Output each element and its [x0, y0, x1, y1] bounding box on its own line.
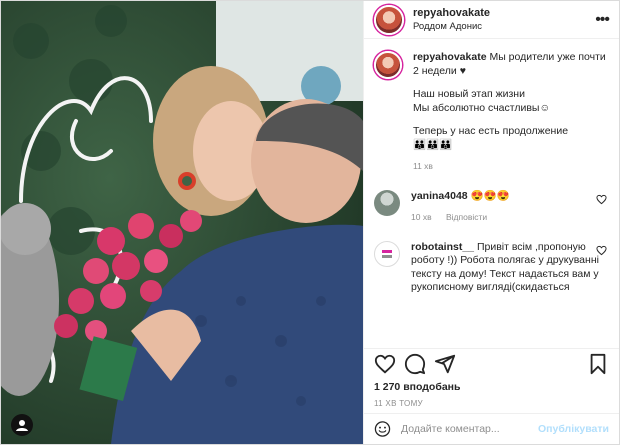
- caption-age[interactable]: 11 хв: [413, 161, 433, 171]
- caption-line-2: Наш новый этап жизни: [413, 88, 525, 100]
- caption-avatar[interactable]: [374, 51, 402, 79]
- author-info: repyahovakate Роддом Адонис: [413, 7, 595, 33]
- small-heart-icon[interactable]: [596, 194, 607, 208]
- comment-meta: 10 хв Відповісти: [411, 211, 609, 225]
- publish-comment-button[interactable]: Опублікувати: [538, 423, 609, 435]
- caption-line-4: Теперь у нас есть продолжение: [413, 125, 569, 137]
- comment-avatar[interactable]: [374, 189, 400, 216]
- more-options-icon[interactable]: •••: [595, 11, 610, 29]
- caption-username[interactable]: repyahovakate: [413, 51, 487, 63]
- likes-count[interactable]: 1 270 вподобань: [364, 379, 619, 395]
- post-photo[interactable]: [1, 1, 363, 444]
- comment-body: robotainst__ Привіт всім ,пропоную робот…: [411, 241, 609, 295]
- post-actions: [364, 348, 619, 379]
- add-comment-bar: Опублікувати: [364, 413, 619, 444]
- photo-illustration: [1, 1, 363, 444]
- comment-age[interactable]: 10 хв: [411, 212, 432, 222]
- paper-plane-icon[interactable]: [434, 353, 456, 375]
- instagram-post-modal: repyahovakate Роддом Адонис ••• repyahov…: [0, 0, 620, 445]
- comment-body: yanina4048 😍😍😍 10 хв Відповісти: [411, 190, 609, 225]
- post-location[interactable]: Роддом Адонис: [413, 20, 595, 33]
- comment-item: yanina4048 😍😍😍 10 хв Відповісти: [374, 189, 609, 225]
- caption: repyahovakate Мы родители уже почти 2 не…: [374, 51, 609, 174]
- post-timestamp[interactable]: 11 ХВ ТОМУ: [364, 395, 619, 413]
- caption-body: repyahovakate Мы родители уже почти 2 не…: [413, 51, 609, 174]
- post-side-panel: repyahovakate Роддом Адонис ••• repyahov…: [363, 1, 619, 444]
- comment-input[interactable]: [398, 422, 538, 436]
- caption-meta: 11 хв: [413, 160, 609, 174]
- heart-outline-icon[interactable]: [374, 353, 396, 375]
- smiley-icon[interactable]: [374, 420, 391, 438]
- author-avatar[interactable]: [374, 4, 404, 35]
- comment-item: robotainst__ Привіт всім ,пропоную робот…: [374, 240, 609, 295]
- bookmark-icon[interactable]: [587, 353, 609, 375]
- comment-text: 😍😍😍: [470, 189, 510, 202]
- comment-username[interactable]: robotainst__: [411, 241, 474, 253]
- comment-bubble-icon[interactable]: [404, 353, 426, 375]
- comment-avatar[interactable]: [374, 240, 400, 267]
- comments-list: repyahovakate Мы родители уже почти 2 не…: [364, 39, 619, 348]
- caption-line-3: Мы абсолютно счастливы☺: [413, 101, 551, 114]
- reply-button[interactable]: Відповісти: [446, 212, 487, 222]
- post-header: repyahovakate Роддом Адонис •••: [364, 1, 619, 39]
- tagged-users-icon[interactable]: [11, 414, 33, 436]
- small-heart-icon[interactable]: [596, 245, 607, 259]
- comment-username[interactable]: yanina4048: [411, 190, 468, 202]
- author-username[interactable]: repyahovakate: [413, 7, 595, 20]
- caption-line-5: 👪👪👪: [413, 138, 453, 151]
